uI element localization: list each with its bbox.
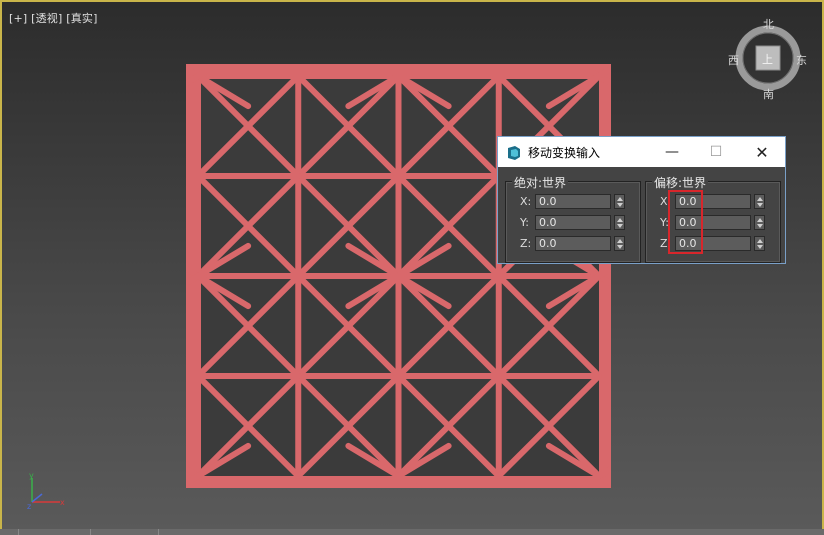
absolute-x-label: X: <box>520 195 532 208</box>
absolute-x-row: X: 0.0 <box>506 194 640 210</box>
absolute-x-spinner[interactable] <box>614 194 625 209</box>
timeline-tick <box>158 529 159 535</box>
absolute-z-label: Z: <box>520 237 532 250</box>
offset-fields-highlight <box>668 190 703 254</box>
offset-x-row: X: 0.0 <box>646 194 780 210</box>
timeline-tick <box>18 529 19 535</box>
offset-y-row: Y: 0.0 <box>646 215 780 231</box>
close-button[interactable]: ✕ <box>744 137 780 167</box>
absolute-y-spinner[interactable] <box>614 215 625 230</box>
dialog-title: 移动变换输入 <box>528 146 601 160</box>
absolute-x-input[interactable]: 0.0 <box>535 194 611 209</box>
axis-tripod: x y z <box>27 472 65 511</box>
lattice-pattern <box>186 64 611 488</box>
offset-y-spinner[interactable] <box>754 215 765 230</box>
absolute-world-group: 绝对:世界 X: 0.0 Y: 0.0 Z: 0.0 <box>505 174 641 263</box>
dialog-titlebar[interactable]: 移动变换输入 — ☐ ✕ <box>498 137 785 167</box>
view-cube-face-top[interactable]: 上 <box>762 51 773 67</box>
axis-z-label: z <box>27 502 31 511</box>
absolute-z-input[interactable]: 0.0 <box>535 236 611 251</box>
viewport-view-menu[interactable]: [透视] <box>31 12 62 25</box>
offset-x-spinner[interactable] <box>754 194 765 209</box>
timeline-bar[interactable] <box>0 529 824 535</box>
move-transform-type-in-dialog[interactable]: 移动变换输入 — ☐ ✕ 绝对:世界 X: 0.0 Y: 0.0 Z: 0.0 … <box>497 136 786 264</box>
compass-south: 南 <box>763 88 774 101</box>
absolute-y-row: Y: 0.0 <box>506 215 640 231</box>
perspective-viewport[interactable]: [+] [透视] [真实] 北 南 东 西 上 x y z <box>0 0 824 535</box>
viewport-shading-menu[interactable]: [真实] <box>66 12 97 25</box>
absolute-z-spinner[interactable] <box>614 236 625 251</box>
viewport-label: [+] [透视] [真实] <box>9 10 98 26</box>
axis-y-label: y <box>29 472 34 480</box>
timeline-tick <box>90 529 91 535</box>
compass-east: 东 <box>796 54 807 67</box>
app-3dsmax-icon <box>508 146 520 160</box>
absolute-world-title: 绝对:世界 <box>512 174 569 191</box>
offset-world-title: 偏移:世界 <box>652 174 709 191</box>
offset-world-group: 偏移:世界 X: 0.0 Y: 0.0 Z: 0.0 <box>645 174 781 263</box>
viewport-menu-plus[interactable]: [+] <box>9 12 27 25</box>
absolute-y-label: Y: <box>520 216 529 229</box>
axis-x-label: x <box>60 498 65 507</box>
lattice-panel[interactable] <box>186 64 611 488</box>
absolute-y-input[interactable]: 0.0 <box>535 215 611 230</box>
absolute-z-row: Z: 0.0 <box>506 236 640 252</box>
compass-west: 西 <box>728 54 739 67</box>
compass-north: 北 <box>763 18 774 31</box>
offset-z-row: Z: 0.0 <box>646 236 780 252</box>
offset-z-spinner[interactable] <box>754 236 765 251</box>
maximize-button[interactable]: ☐ <box>698 137 734 167</box>
minimize-button[interactable]: — <box>654 137 690 167</box>
view-cube[interactable]: 北 南 东 西 上 <box>728 18 807 101</box>
